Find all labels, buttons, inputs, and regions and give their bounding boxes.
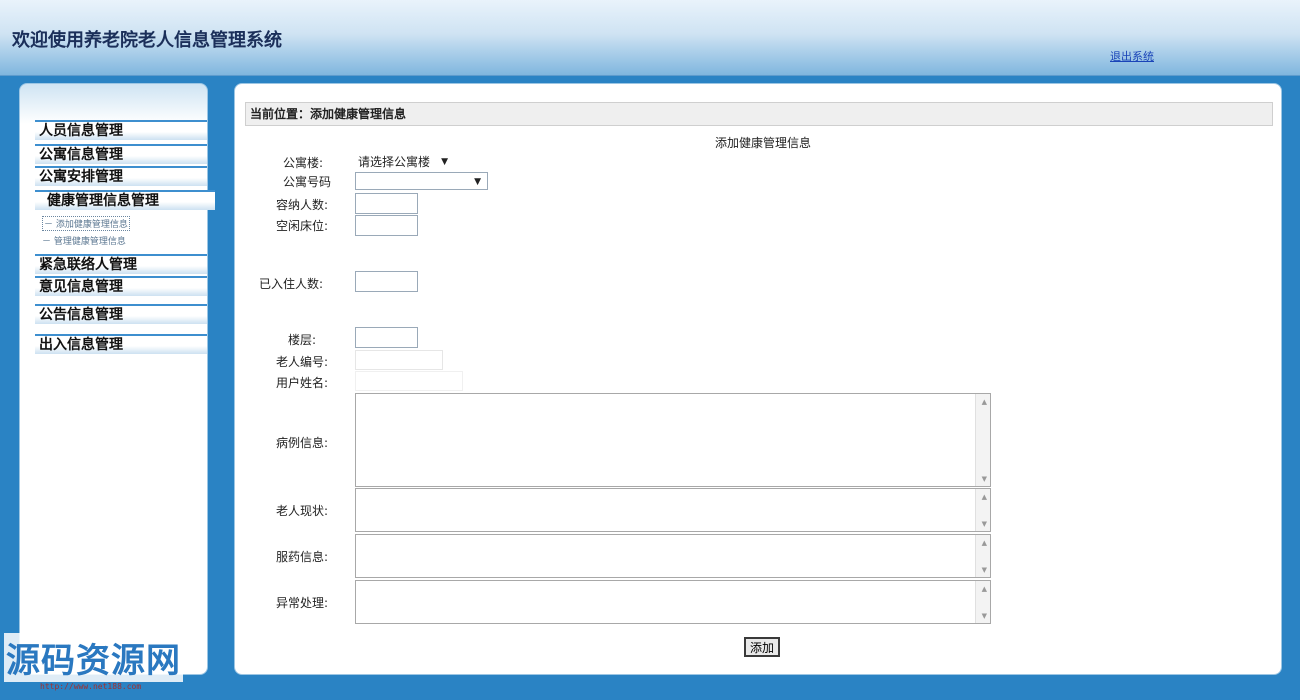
scroll-up-icon[interactable]: ▲: [982, 398, 987, 406]
chevron-down-icon: ▼: [474, 177, 481, 187]
case-label: 病例信息:: [276, 436, 329, 450]
menu-apartment-arrangement[interactable]: 公寓安排管理: [35, 166, 207, 186]
building-select[interactable]: 请选择公寓楼 ▼: [355, 152, 455, 170]
scrollbar[interactable]: ▲ ▼: [975, 535, 990, 577]
username-input[interactable]: [355, 371, 463, 391]
menu-access-records[interactable]: 出入信息管理: [35, 334, 207, 354]
menu-emergency-contact[interactable]: 紧急联络人管理: [35, 254, 207, 274]
form-title: 添加健康管理信息: [715, 136, 812, 150]
capacity-label: 容纳人数:: [276, 198, 329, 212]
watermark-logo: 源码资源网: [4, 633, 183, 682]
scrollbar[interactable]: ▲ ▼: [975, 394, 990, 486]
floor-input[interactable]: [355, 327, 418, 348]
capacity-input[interactable]: [355, 193, 418, 214]
scroll-down-icon[interactable]: ▼: [982, 612, 987, 620]
menu-personnel[interactable]: 人员信息管理: [35, 120, 207, 140]
header-bar: 欢迎使用养老院老人信息管理系统 退出系统: [0, 0, 1300, 76]
occupied-input[interactable]: [355, 271, 418, 292]
submenu-manage-health[interactable]: － 管理健康管理信息: [42, 234, 126, 247]
menu-health-management[interactable]: 健康管理信息管理: [35, 190, 215, 210]
menu-apartment[interactable]: 公寓信息管理: [35, 144, 207, 164]
username-label: 用户姓名:: [276, 376, 329, 390]
exception-textarea[interactable]: ▲ ▼: [355, 580, 991, 624]
elder-id-input[interactable]: [355, 350, 443, 370]
scroll-up-icon[interactable]: ▲: [982, 539, 987, 547]
room-label: 公寓号码: [283, 175, 332, 189]
exception-label: 异常处理:: [276, 596, 329, 610]
floor-label: 楼层:: [288, 333, 317, 347]
free-beds-label: 空闲床位:: [276, 219, 329, 233]
building-select-value: 请选择公寓楼: [358, 155, 431, 169]
status-textarea[interactable]: ▲ ▼: [355, 488, 991, 532]
chevron-down-icon: ▼: [441, 157, 448, 167]
room-select[interactable]: ▼: [355, 172, 488, 190]
logout-link[interactable]: 退出系统: [1110, 48, 1154, 64]
medication-textarea[interactable]: ▲ ▼: [355, 534, 991, 578]
free-beds-input[interactable]: [355, 215, 418, 236]
scroll-down-icon[interactable]: ▼: [982, 566, 987, 574]
site-title: 欢迎使用养老院老人信息管理系统: [12, 30, 282, 51]
building-label: 公寓楼:: [283, 156, 324, 170]
submenu-add-health[interactable]: － 添加健康管理信息: [42, 216, 130, 231]
main-content: 当前位置：添加健康管理信息 添加健康管理信息 公寓楼: 请选择公寓楼 ▼ 公寓号…: [234, 83, 1282, 675]
menu-feedback[interactable]: 意见信息管理: [35, 276, 207, 296]
scrollbar[interactable]: ▲ ▼: [975, 489, 990, 531]
scrollbar[interactable]: ▲ ▼: [975, 581, 990, 623]
scroll-down-icon[interactable]: ▼: [982, 520, 987, 528]
sidebar: 人员信息管理 公寓信息管理 公寓安排管理 健康管理信息管理 － 添加健康管理信息…: [19, 83, 215, 675]
medication-label: 服药信息:: [276, 550, 329, 564]
menu-announcement[interactable]: 公告信息管理: [35, 304, 207, 324]
occupied-label: 已入住人数:: [259, 277, 324, 291]
breadcrumb: 当前位置：添加健康管理信息: [245, 102, 1273, 126]
scroll-up-icon[interactable]: ▲: [982, 493, 987, 501]
watermark-url: http://www.net188.com: [40, 682, 142, 691]
case-textarea[interactable]: ▲ ▼: [355, 393, 991, 487]
elder-id-label: 老人编号:: [276, 355, 329, 369]
scroll-down-icon[interactable]: ▼: [982, 475, 987, 483]
scroll-up-icon[interactable]: ▲: [982, 585, 987, 593]
status-label: 老人现状:: [276, 504, 329, 518]
add-button[interactable]: 添加: [744, 637, 781, 657]
